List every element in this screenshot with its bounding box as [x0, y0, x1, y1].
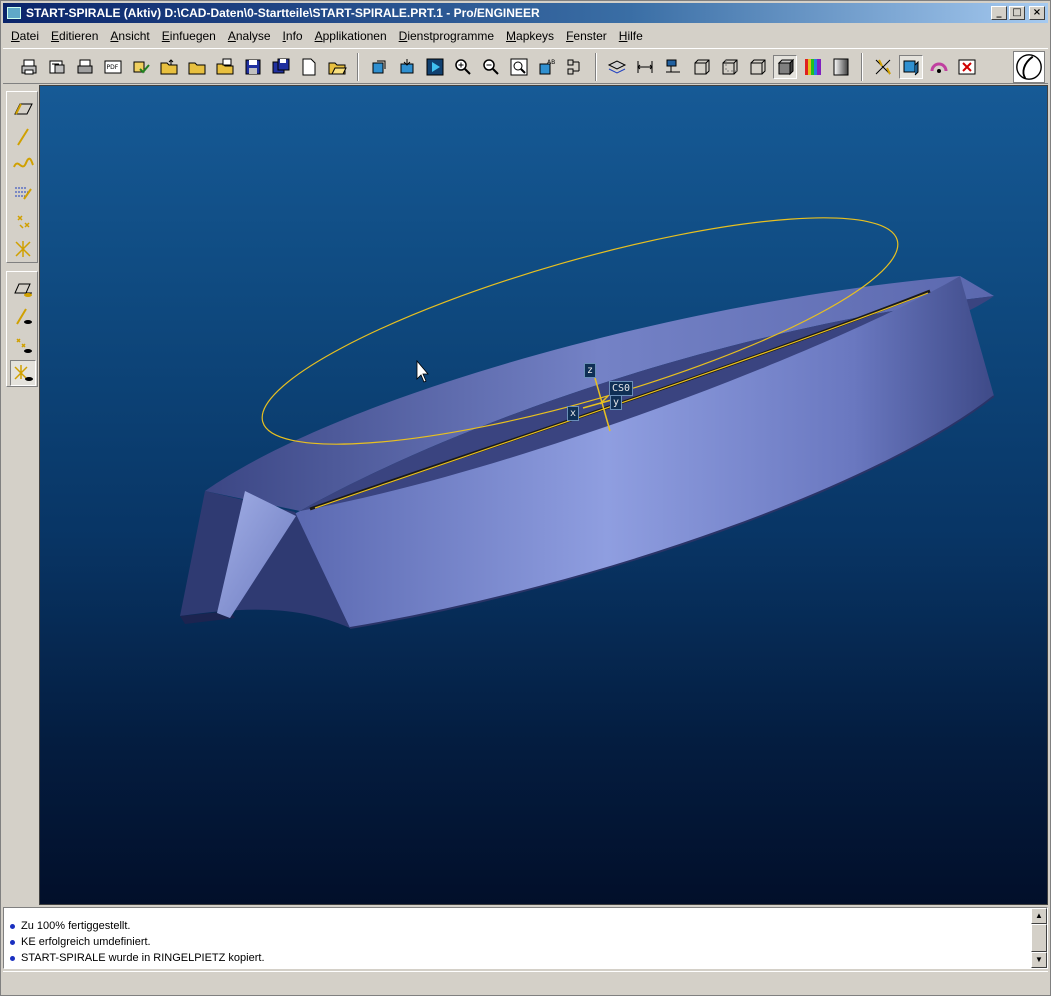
point-display-icon[interactable]: [10, 332, 36, 358]
csys-name-label: CS0: [609, 381, 634, 396]
zoom-out-icon[interactable]: [479, 55, 503, 79]
no-hidden-icon[interactable]: [745, 55, 769, 79]
minimize-button[interactable]: _: [991, 6, 1007, 20]
print-preview-icon[interactable]: [45, 55, 69, 79]
title-bar[interactable]: START-SPIRALE (Aktiv) D:\CAD-Daten\0-Sta…: [3, 3, 1048, 23]
menu-mapkeys[interactable]: Mapkeys: [506, 29, 554, 43]
play-icon[interactable]: [423, 55, 447, 79]
message-bullet: [10, 939, 15, 945]
menu-einfuegen[interactable]: Einfuegen: [162, 29, 216, 43]
shaded-icon[interactable]: [773, 55, 797, 79]
model-render: [180, 217, 995, 629]
open-file-icon[interactable]: [325, 55, 349, 79]
plane-display-icon[interactable]: [10, 276, 36, 302]
svg-text:PDF: PDF: [107, 64, 119, 71]
menu-editieren[interactable]: Editieren: [51, 29, 98, 43]
datum-planes-icon[interactable]: [899, 55, 923, 79]
app-icon: [7, 7, 21, 19]
named-view-icon[interactable]: AB: [535, 55, 559, 79]
axis-display-icon[interactable]: [10, 304, 36, 330]
zoom-in-icon[interactable]: [451, 55, 475, 79]
gray-icon[interactable]: [829, 55, 853, 79]
window-title: START-SPIRALE (Aktiv) D:\CAD-Daten\0-Sta…: [26, 6, 540, 20]
csys-axis-label-y: y: [610, 395, 623, 410]
save-icon[interactable]: [241, 55, 265, 79]
toolbar-separator: [595, 53, 597, 81]
layers-icon[interactable]: [605, 55, 629, 79]
appearance-icon[interactable]: [801, 55, 825, 79]
maximize-button[interactable]: □: [1009, 6, 1025, 20]
erase-icon[interactable]: [395, 55, 419, 79]
mouse-cursor: [416, 359, 429, 383]
toolbar-separator: [861, 53, 863, 81]
sketch-icon[interactable]: [10, 180, 36, 206]
message-text: KE erfolgreich umdefiniert.: [21, 936, 151, 948]
orient-icon[interactable]: [563, 55, 587, 79]
status-bar: [3, 971, 1048, 995]
scroll-up-icon[interactable]: ▲: [1031, 908, 1047, 924]
window-controls: _ □ ×: [991, 6, 1045, 20]
message-bullet: [10, 955, 15, 961]
wireframe-icon[interactable]: [689, 55, 713, 79]
spin-center-icon[interactable]: [927, 55, 951, 79]
message-line: START-SPIRALE wurde in RINGELPIETZ kopie…: [10, 950, 265, 966]
printer-icon[interactable]: [73, 55, 97, 79]
open-folder-icon[interactable]: [157, 55, 181, 79]
message-scrollbar[interactable]: ▲ ▼: [1031, 908, 1047, 968]
menu-dienstprogramme[interactable]: Dienstprogramme: [399, 29, 494, 43]
menu-bar: Datei Editieren Ansicht Einfuegen Analys…: [3, 25, 1048, 47]
toolbar-separator: [357, 53, 359, 81]
new-file-icon[interactable]: [297, 55, 321, 79]
datum-feature-group: [6, 91, 38, 263]
close-button[interactable]: ×: [1029, 6, 1045, 20]
menu-ansicht[interactable]: Ansicht: [110, 29, 149, 43]
message-text: Zu 100% fertiggestellt.: [21, 920, 131, 932]
datum-axis-icon[interactable]: [10, 124, 36, 150]
message-text: START-SPIRALE wurde in RINGELPIETZ kopie…: [21, 952, 265, 964]
check-out-icon[interactable]: [129, 55, 153, 79]
coordinate-system-icon[interactable]: [10, 236, 36, 262]
menu-info[interactable]: Info: [283, 29, 303, 43]
zoom-fit-icon[interactable]: [507, 55, 531, 79]
menu-analyse[interactable]: Analyse: [228, 29, 271, 43]
datum-point-icon[interactable]: [10, 208, 36, 234]
menu-applikationen[interactable]: Applikationen: [315, 29, 387, 43]
datum-toolbar: [3, 85, 39, 905]
message-line: Zu 100% fertiggestellt.: [10, 918, 130, 934]
datum-axes-icon[interactable]: [871, 55, 895, 79]
pdf-export-icon[interactable]: PDF: [101, 55, 125, 79]
regenerate-icon[interactable]: [367, 55, 391, 79]
hidden-line-icon[interactable]: [717, 55, 741, 79]
scroll-down-icon[interactable]: ▼: [1031, 952, 1047, 968]
application-window: START-SPIRALE (Aktiv) D:\CAD-Daten\0-Sta…: [0, 0, 1051, 996]
display-filter-group: [6, 271, 38, 387]
datum-curve-icon[interactable]: [10, 152, 36, 178]
csys-axis-label-x: x: [567, 406, 580, 421]
folder-icon[interactable]: [185, 55, 209, 79]
print-icon[interactable]: [17, 55, 41, 79]
message-area: Zu 100% fertiggestellt. KE erfolgreich u…: [3, 907, 1048, 969]
csys-axis-label-z: z: [584, 363, 597, 378]
datum-plane-icon[interactable]: [10, 96, 36, 122]
message-bullet: [10, 923, 15, 929]
graphics-viewport[interactable]: z CS0 y x: [39, 85, 1048, 905]
svg-text:AB: AB: [547, 59, 555, 66]
dimension-icon[interactable]: [633, 55, 657, 79]
proengineer-logo: [1013, 51, 1045, 83]
close-window-icon[interactable]: [955, 55, 979, 79]
menu-fenster[interactable]: Fenster: [566, 29, 607, 43]
main-toolbar: PDF AB: [3, 48, 1048, 84]
folder-copy-icon[interactable]: [213, 55, 237, 79]
model-tree-icon[interactable]: [661, 55, 685, 79]
menu-hilfe[interactable]: Hilfe: [619, 29, 643, 43]
csys-display-icon[interactable]: [10, 360, 36, 386]
scroll-thumb[interactable]: [1031, 924, 1047, 952]
menu-datei[interactable]: Datei: [11, 29, 39, 43]
message-line: KE erfolgreich umdefiniert.: [10, 934, 151, 950]
save-copy-icon[interactable]: [269, 55, 293, 79]
